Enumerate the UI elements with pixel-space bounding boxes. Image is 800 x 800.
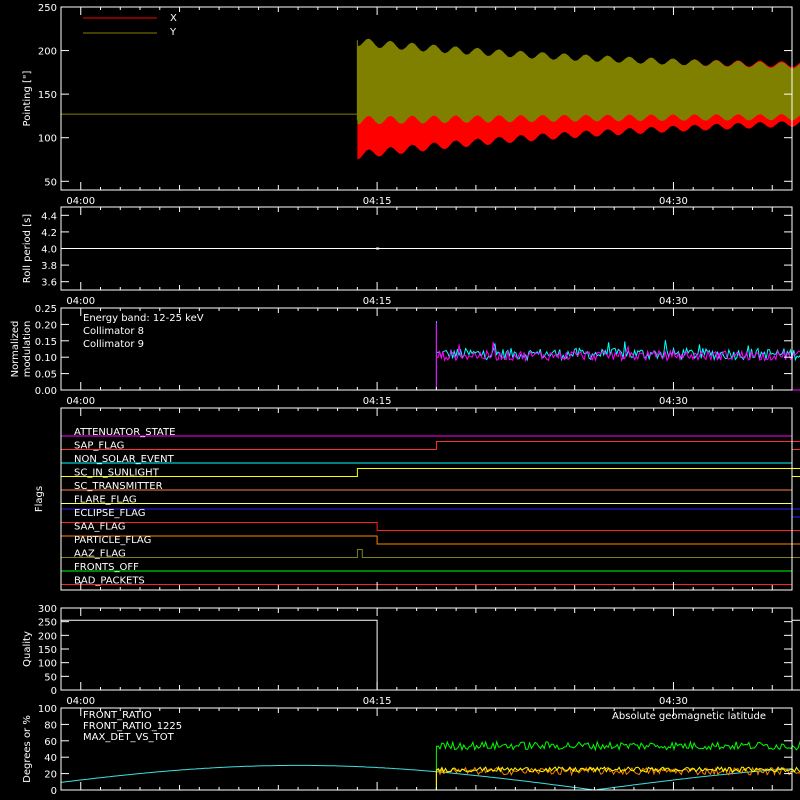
flag-label: AAZ_FLAG (74, 549, 126, 560)
flag-trace-particle-flag (61, 535, 800, 545)
y-tick-label: 0 (51, 686, 57, 697)
y-axis-label-line-1: Normalized (10, 321, 21, 378)
y-tick-label: 200 (38, 631, 57, 642)
x-tick-label: 04:15 (363, 696, 392, 707)
x-tick-label: 04:15 (363, 396, 392, 407)
flag-label: SC_TRANSMITTER (74, 481, 163, 492)
y-tick-label: 150 (38, 645, 57, 656)
y-tick-label: 0.15 (35, 337, 57, 348)
legend-front-ratio: FRONT_RATIO (83, 710, 152, 721)
y-tick-label: 4.2 (41, 228, 57, 239)
quality-line (61, 619, 800, 691)
y-tick-label: 0.05 (35, 370, 57, 381)
flag-label: SAA_FLAG (74, 522, 125, 533)
y-tick-label: 100 (38, 134, 57, 145)
latitude-annotation: Absolute geomagnetic latitude (612, 711, 766, 722)
y-tick-label: 250 (38, 618, 57, 629)
y-axis-label: Pointing ["] (22, 70, 33, 126)
y-tick-label: 3.6 (41, 278, 57, 289)
flag-label: FLARE_FLAG (74, 495, 137, 506)
energy-band-annotation: Energy band: 12-25 keV (83, 313, 204, 324)
y-tick-label: 3.8 (41, 261, 57, 272)
flag-label: SC_IN_SUNLIGHT (74, 468, 160, 479)
flag-label: ECLIPSE_FLAG (74, 508, 145, 519)
y-tick-label: 50 (44, 672, 57, 683)
flag-label: ATTENUATOR_STATE (74, 427, 175, 438)
y-tick-label: 0.20 (35, 320, 57, 331)
x-tick-label: 04:15 (363, 196, 392, 207)
y-axis-label: Degrees or % (22, 715, 33, 783)
y-tick-label: 60 (44, 737, 57, 748)
legend-y-label: Y (169, 27, 177, 38)
legend-front-ratio-1225: FRONT_RATIO_1225 (83, 721, 182, 732)
x-tick-label: 04:00 (66, 396, 95, 407)
x-tick-label: 04:00 (66, 696, 95, 707)
flag-label: SAP_FLAG (74, 441, 124, 452)
y-tick-label: 0.25 (35, 304, 57, 315)
legend-collimator-9: Collimator 9 (83, 339, 144, 350)
roll-period-glitch (376, 247, 380, 250)
y-tick-label: 50 (44, 177, 57, 188)
y-axis-label: Flags (34, 486, 45, 512)
geomagnetic-latitude-line (60, 764, 793, 791)
y-tick-label: 100 (38, 659, 57, 670)
flag-trace-saa-flag (61, 522, 800, 531)
collimator-8-line (61, 321, 800, 391)
flag-trace-aaz-flag (61, 549, 800, 558)
legend-max-det-vs-tot: MAX_DET_VS_TOT (83, 732, 175, 743)
flag-label: NON_SOLAR_EVENT (74, 454, 175, 465)
series-y-envelope (357, 38, 800, 125)
y-axis-label-line-2: modulation (22, 321, 33, 378)
y-axis-label: Roll period [s] (22, 214, 33, 283)
y-tick-label: 0.10 (35, 353, 57, 364)
y-tick-label: 250 (38, 3, 57, 14)
x-tick-label: 04:30 (659, 696, 688, 707)
x-tick-label: 04:30 (659, 296, 688, 307)
x-tick-label: 04:00 (66, 296, 95, 307)
flag-trace-sc-in-sunlight (61, 468, 800, 477)
flag-label: FRONTS_OFF (74, 562, 139, 573)
y-tick-label: 4.0 (41, 245, 57, 256)
y-tick-label: 300 (38, 604, 57, 615)
y-tick-label: 4.4 (41, 211, 57, 222)
y-tick-label: 80 (44, 720, 57, 731)
x-tick-label: 04:15 (363, 296, 392, 307)
x-tick-label: 04:30 (659, 396, 688, 407)
flag-trace-eclipse-flag (61, 508, 800, 518)
x-tick-label: 04:00 (66, 196, 95, 207)
y-tick-label: 200 (38, 47, 57, 58)
y-tick-label: 150 (38, 90, 57, 101)
y-tick-label: 40 (44, 753, 57, 764)
legend-x-label: X (170, 13, 177, 24)
y-tick-label: 20 (44, 770, 57, 781)
flag-label: BAD_PACKETS (74, 576, 145, 587)
collimator-9-line (61, 322, 800, 391)
flag-label: PARTICLE_FLAG (74, 535, 151, 546)
y-axis-label: Quality (22, 631, 33, 667)
y-tick-label: 100 (38, 704, 57, 715)
y-tick-label: 0.00 (35, 386, 57, 397)
front-ratio-1225-line (435, 740, 800, 790)
figure: 50100150200250Pointing ["]04:00 04:15 04:3… (10, 3, 800, 797)
x-tick-label: 04:30 (659, 196, 688, 207)
y-tick-label: 0 (51, 786, 57, 797)
flag-trace-sap-flag (61, 441, 800, 450)
legend-collimator-8: Collimator 8 (83, 326, 144, 337)
data-layer (60, 38, 800, 791)
